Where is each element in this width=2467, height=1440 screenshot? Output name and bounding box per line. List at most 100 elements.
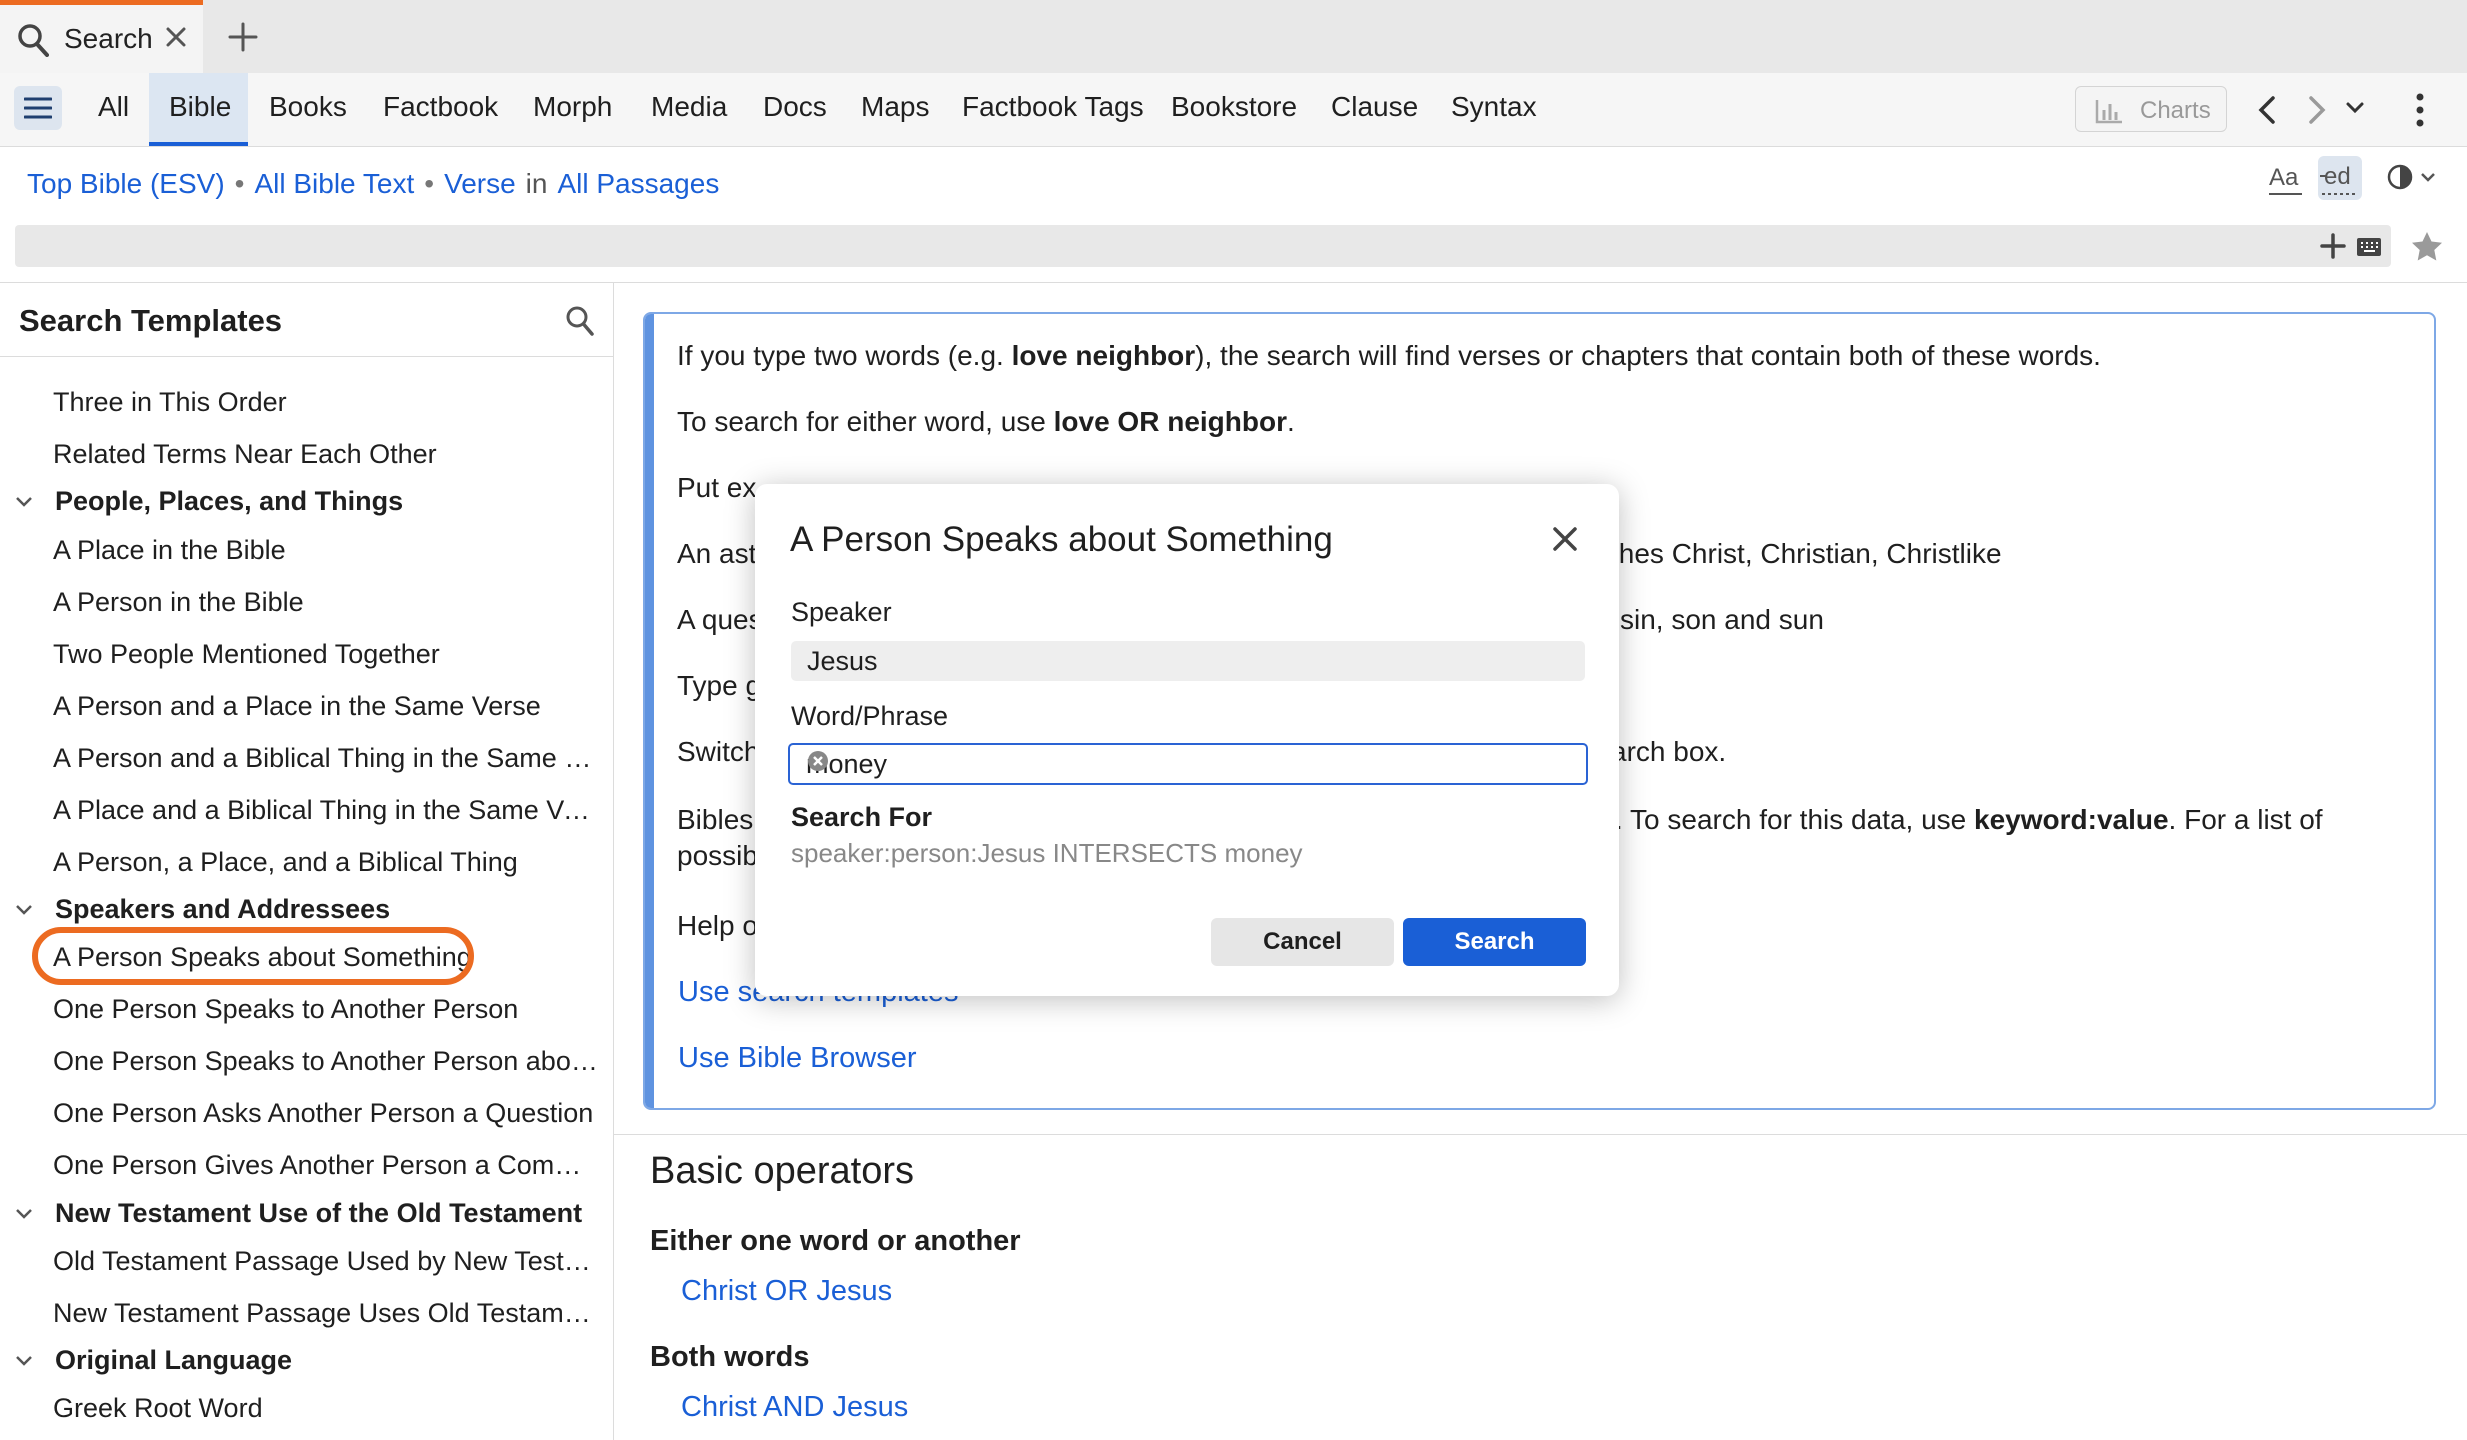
template-category[interactable]: People, Places, and Things bbox=[55, 486, 403, 517]
svg-text:Aa: Aa bbox=[2269, 164, 2299, 191]
chart-icon bbox=[2095, 100, 2122, 124]
template-item[interactable]: Old Testament Passage Used by New Testam… bbox=[53, 1246, 598, 1277]
help-text: Type g bbox=[677, 670, 762, 701]
clear-input-icon[interactable] bbox=[806, 749, 830, 773]
template-item[interactable]: One Person Asks Another Person a Questio… bbox=[53, 1098, 593, 1129]
tab-books[interactable]: Books bbox=[269, 91, 347, 123]
template-dialog: A Person Speaks about Something Speaker … bbox=[755, 484, 1619, 996]
tab-media[interactable]: Media bbox=[651, 91, 727, 123]
svg-text:ed: ed bbox=[2324, 163, 2351, 190]
tab-bar: Search bbox=[0, 0, 2467, 73]
close-icon[interactable] bbox=[1552, 526, 1578, 552]
tab-factbook[interactable]: Factbook bbox=[383, 91, 498, 123]
speaker-label: Speaker bbox=[791, 597, 892, 627]
word-phrase-field[interactable]: money bbox=[788, 743, 1588, 785]
divider bbox=[0, 356, 613, 357]
tab-factbook-tags[interactable]: Factbook Tags bbox=[962, 91, 1144, 123]
help-text: If you type two words (e.g. love neighbo… bbox=[677, 340, 2101, 371]
panel-title: Search Templates bbox=[19, 303, 283, 338]
close-tab-icon[interactable] bbox=[164, 25, 188, 49]
section-title: Basic operators bbox=[650, 1150, 915, 1192]
charts-label: Charts bbox=[2140, 97, 2211, 124]
tab-maps[interactable]: Maps bbox=[861, 91, 929, 123]
chevron-down-icon[interactable] bbox=[14, 1354, 34, 1368]
search-icon bbox=[17, 23, 49, 57]
speaker-value: Jesus bbox=[807, 646, 878, 676]
help-text: Help o bbox=[677, 910, 758, 941]
tab-bookstore[interactable]: Bookstore bbox=[1171, 91, 1297, 123]
chevron-down-icon[interactable] bbox=[14, 1207, 34, 1221]
template-item[interactable]: A Person and a Biblical Thing in the Sam… bbox=[53, 743, 598, 774]
breadcrumb-separator: • bbox=[234, 168, 245, 199]
spelling-options-icon[interactable]: ed bbox=[2318, 156, 2362, 200]
breadcrumb-separator: • bbox=[424, 168, 435, 199]
breadcrumb-bible[interactable]: Top Bible (ESV) bbox=[27, 168, 225, 199]
template-item[interactable]: A Person and a Place in the Same Verse bbox=[53, 691, 541, 722]
favorite-star-icon[interactable] bbox=[2410, 230, 2444, 262]
template-item[interactable]: A Place in the Bible bbox=[53, 535, 286, 566]
use-bible-browser-link[interactable]: Use Bible Browser bbox=[678, 1042, 917, 1075]
template-item[interactable]: One Person Speaks to Another Person bbox=[53, 994, 518, 1025]
history-dropdown-icon[interactable] bbox=[2345, 101, 2365, 115]
breadcrumb-unit[interactable]: Verse bbox=[444, 168, 516, 199]
cancel-button[interactable]: Cancel bbox=[1211, 918, 1394, 966]
operator-example-link[interactable]: Christ OR Jesus bbox=[681, 1275, 892, 1308]
help-text: A ques bbox=[677, 604, 763, 635]
breadcrumb-text[interactable]: All Bible Text bbox=[254, 168, 414, 199]
template-item[interactable]: One Person Gives Another Person a Comman… bbox=[53, 1150, 598, 1181]
template-item[interactable]: Two People Mentioned Together bbox=[53, 639, 440, 670]
template-item[interactable]: A Place and a Biblical Thing in the Same… bbox=[53, 795, 598, 826]
tab-clause[interactable]: Clause bbox=[1331, 91, 1418, 123]
help-box-stripe bbox=[645, 314, 654, 1108]
keyboard-icon[interactable] bbox=[2356, 237, 2382, 257]
search-button[interactable]: Search bbox=[1403, 918, 1586, 966]
tab-search[interactable]: Search bbox=[0, 0, 203, 73]
forward-icon[interactable] bbox=[2305, 95, 2329, 125]
more-options-icon[interactable] bbox=[2415, 93, 2425, 127]
charts-button[interactable]: Charts bbox=[2075, 86, 2227, 132]
help-text: sin, son and sun bbox=[1620, 604, 1824, 635]
breadcrumb-passages[interactable]: All Passages bbox=[557, 168, 719, 199]
font-size-icon[interactable]: Aa bbox=[2268, 162, 2304, 198]
template-item[interactable]: New Testament Passage Uses Old Testament bbox=[53, 1298, 598, 1329]
help-text: . To search for this data, use keyword:v… bbox=[1615, 804, 2323, 835]
tab-label: Search bbox=[64, 23, 153, 54]
search-templates-panel: Search Templates Three in This Order Rel… bbox=[0, 283, 614, 1440]
menu-button[interactable] bbox=[14, 86, 62, 130]
breadcrumb-in: in bbox=[525, 168, 548, 199]
template-item[interactable]: Related Terms Near Each Other bbox=[53, 439, 437, 470]
template-item[interactable]: A Person in the Bible bbox=[53, 587, 304, 618]
add-term-icon[interactable] bbox=[2320, 233, 2346, 259]
tab-morph[interactable]: Morph bbox=[533, 91, 612, 123]
search-for-value: speaker:person:Jesus INTERSECTS money bbox=[791, 838, 1303, 868]
help-text: possib bbox=[677, 840, 758, 871]
highlight-annotation bbox=[32, 927, 474, 985]
tab-docs[interactable]: Docs bbox=[763, 91, 827, 123]
help-text: arch box. bbox=[1611, 736, 1727, 767]
tab-all[interactable]: All bbox=[98, 91, 129, 123]
back-icon[interactable] bbox=[2255, 95, 2279, 125]
divider bbox=[614, 1134, 2467, 1135]
chevron-down-icon[interactable] bbox=[14, 495, 34, 509]
speaker-field[interactable]: Jesus bbox=[791, 641, 1585, 681]
search-query-input[interactable] bbox=[15, 225, 2391, 267]
template-item[interactable]: Three in This Order bbox=[53, 387, 287, 418]
help-text: An ast bbox=[677, 538, 757, 569]
template-item[interactable]: Greek Root Word bbox=[53, 1393, 263, 1424]
search-toolbar: All Bible Books Factbook Morph Media Doc… bbox=[0, 73, 2467, 147]
operator-example-link[interactable]: Christ AND Jesus bbox=[681, 1391, 908, 1424]
help-text: Put ex bbox=[677, 472, 757, 503]
help-text: tches Christ, Christian, Christlike bbox=[1597, 538, 2002, 569]
template-item[interactable]: One Person Speaks to Another Person abou… bbox=[53, 1046, 598, 1077]
help-text: Bibles bbox=[677, 804, 754, 835]
template-category[interactable]: Speakers and Addressees bbox=[55, 894, 390, 925]
search-icon[interactable] bbox=[565, 305, 595, 337]
add-tab-icon[interactable] bbox=[228, 22, 258, 52]
template-item[interactable]: A Person, a Place, and a Biblical Thing bbox=[53, 847, 518, 878]
visual-filter-icon[interactable] bbox=[2386, 162, 2436, 194]
chevron-down-icon[interactable] bbox=[14, 903, 34, 917]
tab-syntax[interactable]: Syntax bbox=[1451, 91, 1537, 123]
template-category[interactable]: Original Language bbox=[55, 1345, 292, 1376]
tab-bible[interactable]: Bible bbox=[169, 91, 231, 123]
template-category[interactable]: New Testament Use of the Old Testament bbox=[55, 1198, 582, 1229]
